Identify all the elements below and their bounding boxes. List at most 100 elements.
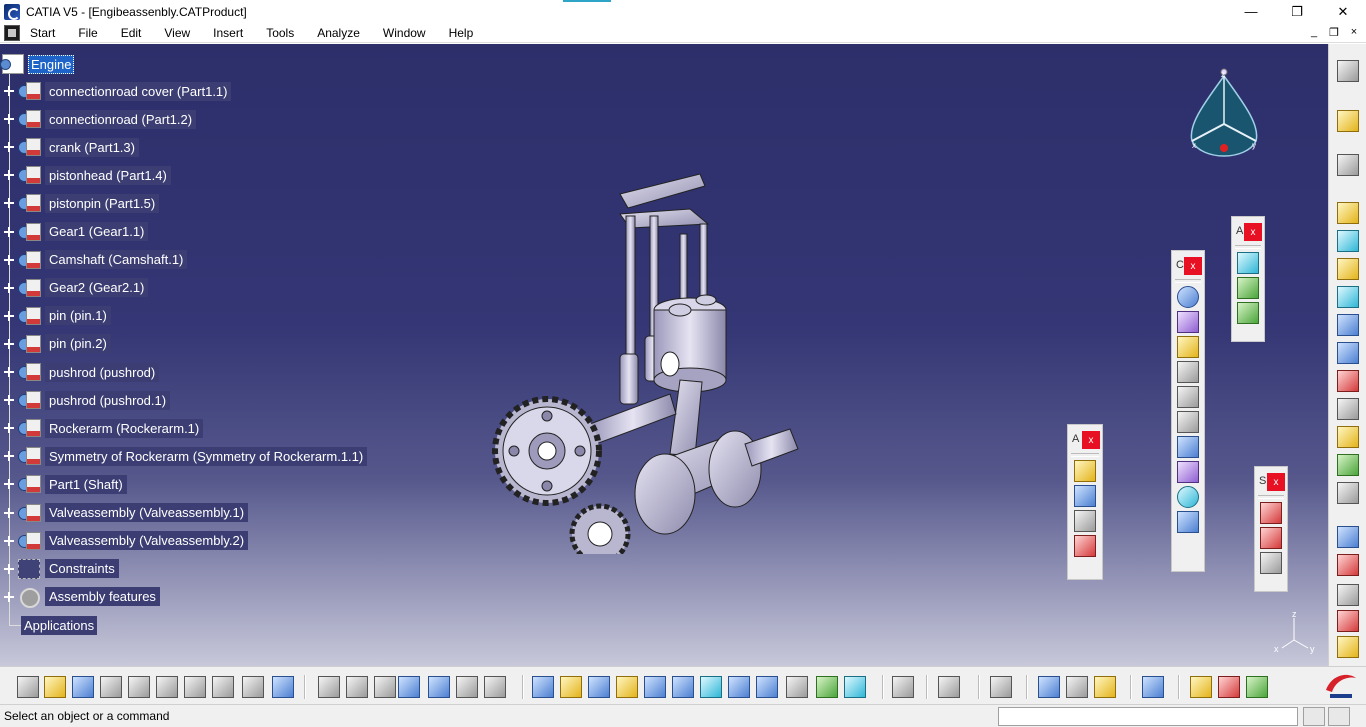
save-icon[interactable] — [72, 676, 94, 698]
toolbar-grip[interactable] — [1071, 453, 1099, 457]
expand-icon[interactable] — [4, 591, 14, 602]
open-icon[interactable] — [44, 676, 66, 698]
tree-item-label[interactable]: pistonpin (Part1.5) — [45, 193, 160, 213]
minimize-button[interactable]: — — [1228, 0, 1274, 23]
fly-mode-icon[interactable] — [532, 676, 554, 698]
sectioning-icon[interactable] — [1337, 482, 1359, 504]
expand-icon[interactable] — [4, 254, 14, 265]
tree-item-label[interactable]: Rockerarm (Rockerarm.1) — [45, 418, 204, 438]
tree-item[interactable]: pistonhead (Part1.4) — [0, 164, 171, 186]
maximize-button[interactable]: ❐ — [1274, 0, 1320, 23]
floating-toolbar-a1[interactable]: A x — [1067, 424, 1103, 580]
tree-applications[interactable]: Applications — [9, 614, 98, 636]
mdi-restore-button[interactable]: ❐ — [1326, 25, 1342, 39]
tree-item-label[interactable]: connectionroad cover (Part1.1) — [45, 81, 232, 101]
mdi-minimize-button[interactable]: _ — [1306, 25, 1322, 39]
tree-item[interactable]: Gear1 (Gear1.1) — [0, 221, 149, 243]
tree-item-label[interactable]: Symmetry of Rockerarm (Symmetry of Rocke… — [45, 446, 368, 466]
menu-insert[interactable]: Insert — [213, 26, 243, 40]
toolbar-grip[interactable] — [1175, 279, 1201, 283]
cut-icon[interactable] — [1337, 342, 1359, 364]
manipulate-icon[interactable] — [1337, 584, 1359, 606]
paste-icon[interactable] — [184, 676, 206, 698]
command-input[interactable] — [998, 707, 1298, 726]
split-icon[interactable] — [1237, 252, 1259, 274]
tree-item-label[interactable]: pistonhead (Part1.4) — [45, 165, 171, 185]
distance-icon[interactable] — [1038, 676, 1060, 698]
param-icon[interactable] — [484, 676, 506, 698]
multi-instantiate-icon[interactable] — [1337, 454, 1359, 476]
swap-space-icon[interactable] — [844, 676, 866, 698]
tree-icon[interactable] — [428, 676, 450, 698]
floating-toolbar-s[interactable]: S x — [1254, 466, 1288, 592]
sketch-icon[interactable] — [1142, 676, 1164, 698]
expand-icon[interactable] — [4, 310, 14, 321]
bottle-icon[interactable] — [1094, 676, 1116, 698]
contact-icon[interactable] — [1177, 311, 1199, 333]
start-menu-icon[interactable] — [4, 24, 20, 41]
tree-item-label[interactable]: crank (Part1.3) — [45, 137, 139, 157]
tree-item[interactable]: Symmetry of Rockerarm (Symmetry of Rocke… — [0, 445, 368, 467]
tree-item[interactable]: Part1 (Shaft) — [0, 473, 127, 495]
reuse-pattern-icon[interactable] — [1177, 511, 1199, 533]
zoom-out-icon[interactable] — [672, 676, 694, 698]
tree-item-label[interactable]: pushrod (pushrod) — [45, 362, 160, 382]
tree-item[interactable]: Valveassembly (Valveassembly.2) — [0, 530, 249, 552]
tree-item[interactable]: crank (Part1.3) — [0, 136, 139, 158]
menu-edit[interactable]: Edit — [121, 26, 142, 40]
redo-icon[interactable] — [242, 676, 264, 698]
insert-component-icon[interactable] — [1074, 485, 1096, 507]
offset-icon[interactable] — [1177, 336, 1199, 358]
expand-icon[interactable] — [4, 507, 14, 518]
expand-icon[interactable] — [4, 563, 14, 574]
undo-icon[interactable] — [212, 676, 234, 698]
close-button[interactable]: ✕ — [1320, 0, 1366, 23]
toolbar-grip[interactable] — [1258, 495, 1284, 499]
capture-icon[interactable] — [892, 676, 914, 698]
shading-icon[interactable] — [1246, 676, 1268, 698]
hide-show-icon[interactable] — [816, 676, 838, 698]
tree-item[interactable]: pushrod (pushrod) — [0, 361, 160, 383]
gears-icon[interactable] — [1337, 60, 1359, 82]
menu-help[interactable]: Help — [449, 26, 474, 40]
select-icon[interactable] — [1337, 110, 1359, 132]
tree-applications-label[interactable]: Applications — [21, 615, 98, 635]
tree-item[interactable]: Camshaft (Camshaft.1) — [0, 249, 188, 271]
replace-icon[interactable] — [1337, 370, 1359, 392]
menu-tools[interactable]: Tools — [266, 26, 294, 40]
render-icon[interactable] — [1218, 676, 1240, 698]
multi-view-icon[interactable] — [728, 676, 750, 698]
zoom-in-icon[interactable] — [644, 676, 666, 698]
tree-item[interactable]: Constraints — [0, 558, 119, 580]
new-part-icon[interactable] — [1074, 535, 1096, 557]
iso-view-icon[interactable] — [756, 676, 778, 698]
new-icon[interactable] — [17, 676, 39, 698]
tree-item-label[interactable]: Valveassembly (Valveassembly.2) — [45, 531, 249, 551]
pocket-icon[interactable] — [1237, 302, 1259, 324]
tree-item-label[interactable]: pushrod (pushrod.1) — [45, 390, 171, 410]
copy-icon[interactable] — [156, 676, 178, 698]
scene-icon[interactable] — [1337, 636, 1359, 658]
tree-item-label[interactable]: Part1 (Shaft) — [45, 474, 127, 494]
expand-icon[interactable] — [4, 114, 14, 125]
tree-item[interactable]: pin (pin.1) — [0, 305, 111, 327]
expand-icon[interactable] — [4, 142, 14, 153]
formula-icon[interactable] — [318, 676, 340, 698]
tree-root-label[interactable]: Engine — [28, 54, 75, 74]
tree-item-label[interactable]: Gear1 (Gear1.1) — [45, 222, 149, 241]
expand-icon[interactable] — [4, 226, 14, 237]
tree-item[interactable]: Rockerarm (Rockerarm.1) — [0, 417, 204, 439]
rotate-icon[interactable] — [616, 676, 638, 698]
floating-toolbar-constraints[interactable]: C x — [1171, 250, 1205, 572]
tree-item[interactable]: connectionroad cover (Part1.1) — [0, 80, 232, 102]
expand-icon[interactable] — [4, 170, 14, 181]
fix-together-icon[interactable] — [1177, 411, 1199, 433]
flexible-rigid-icon[interactable] — [1177, 461, 1199, 483]
catalog-icon[interactable] — [1337, 258, 1359, 280]
tree-item-label[interactable]: Constraints — [45, 559, 119, 579]
workbench-icon[interactable] — [1337, 230, 1359, 252]
toolbar-a1-close-button[interactable]: x — [1082, 431, 1100, 449]
menu-window[interactable]: Window — [383, 26, 426, 40]
stop-command-button[interactable] — [1328, 707, 1350, 726]
engine-model[interactable] — [490, 124, 820, 554]
